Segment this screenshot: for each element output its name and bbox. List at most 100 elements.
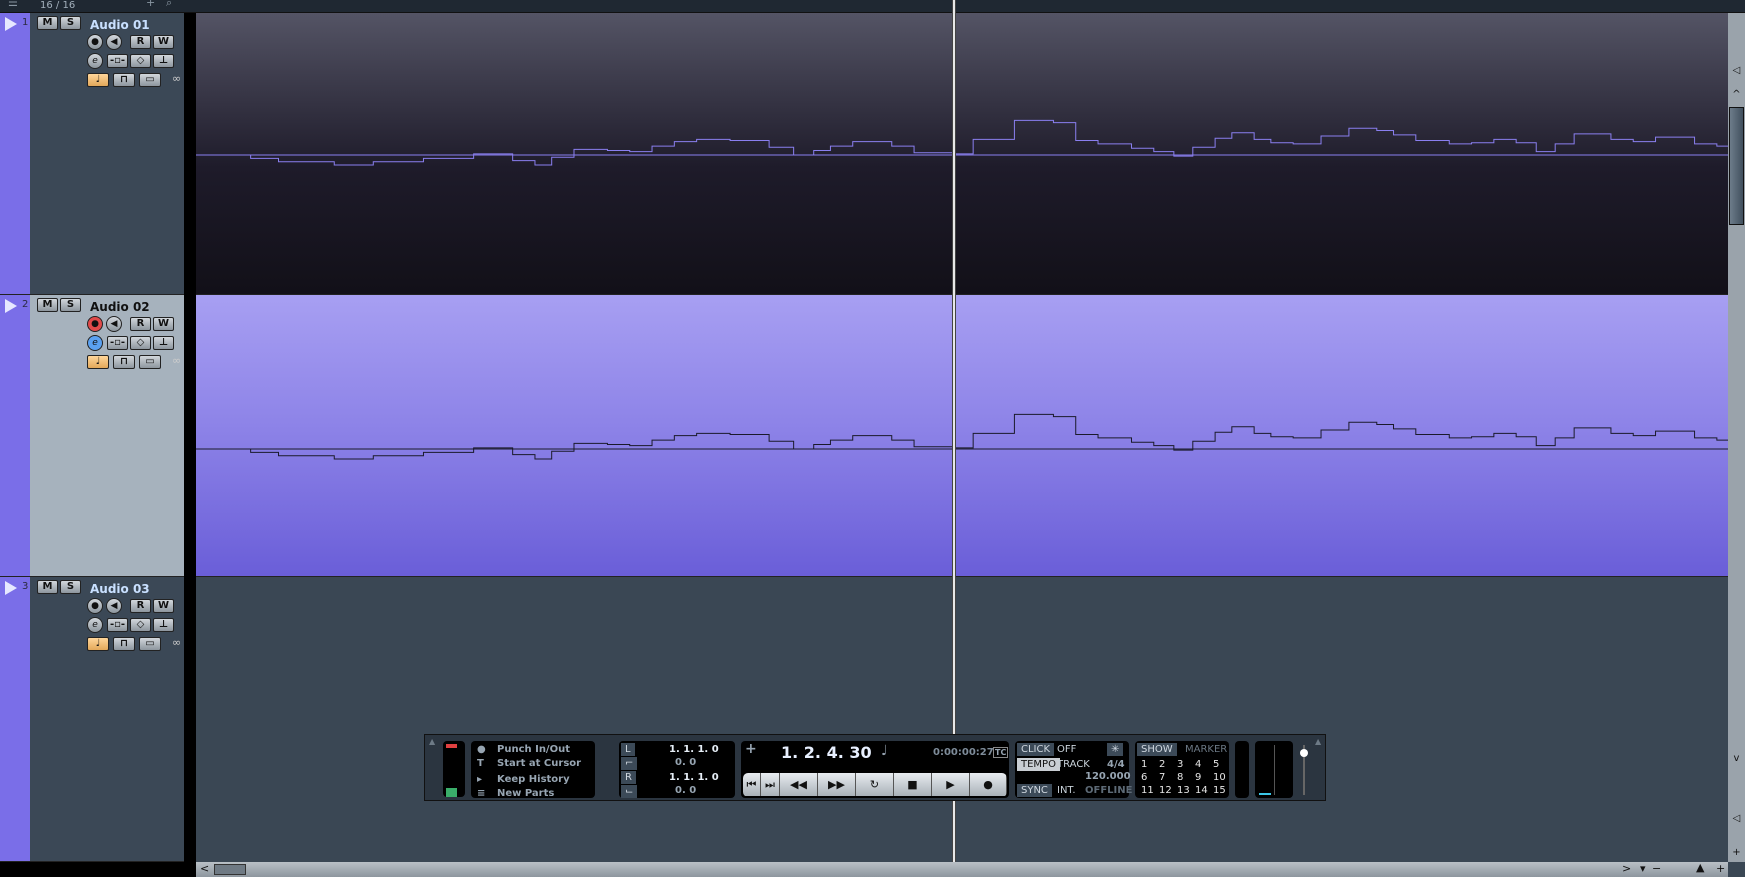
- left-locator-button[interactable]: L: [621, 743, 635, 756]
- edit-channel-icon[interactable]: e: [87, 617, 103, 633]
- marker-button[interactable]: 13: [1177, 785, 1190, 796]
- monitor-icon[interactable]: ◀: [106, 316, 122, 332]
- read-automation-button[interactable]: R: [130, 35, 151, 49]
- track-header[interactable]: 3 Audio 03 M S ● ◀ R W e -▫- ◇ ⊥ ♩ ⊓ ▭ ∞: [0, 577, 184, 862]
- marker-button[interactable]: 3: [1177, 759, 1183, 770]
- solo-button[interactable]: S: [60, 298, 81, 312]
- edit-channel-icon[interactable]: e: [87, 335, 103, 351]
- track-name[interactable]: Audio 01: [90, 18, 150, 32]
- timecode-button[interactable]: TC: [993, 747, 1009, 758]
- cycle-button[interactable]: ↻: [856, 773, 894, 796]
- play-button[interactable]: ▶: [932, 773, 970, 796]
- solo-button[interactable]: S: [60, 16, 81, 30]
- time-display[interactable]: 0:00:00:27: [933, 747, 994, 758]
- plus-icon[interactable]: +: [745, 741, 757, 757]
- right-locator-value[interactable]: 1. 1. 1. 0: [669, 772, 719, 783]
- record-enable-icon[interactable]: ●: [87, 316, 103, 332]
- link-icon[interactable]: ∞: [172, 636, 181, 649]
- fast-forward-button[interactable]: ▶▶: [818, 773, 856, 796]
- scroll-up-icon[interactable]: ^: [1728, 89, 1745, 100]
- level-slider[interactable]: [1300, 745, 1308, 795]
- zoom-slider-icon[interactable]: ◁: [1728, 813, 1745, 824]
- track-color-strip[interactable]: [0, 295, 30, 576]
- zoom-in-icon[interactable]: +: [1716, 862, 1725, 875]
- pre-roll-icon[interactable]: ⌐: [621, 757, 638, 770]
- sends-icon[interactable]: ⊥: [153, 618, 174, 632]
- edit-channel-icon[interactable]: e: [87, 53, 103, 69]
- track-name[interactable]: Audio 02: [90, 300, 150, 314]
- insert-icon[interactable]: -▫-: [107, 54, 128, 68]
- right-locator-button[interactable]: R: [621, 771, 636, 784]
- scroll-thumb[interactable]: [1729, 107, 1744, 225]
- read-automation-button[interactable]: R: [130, 317, 151, 331]
- marker-button[interactable]: 7: [1159, 772, 1165, 783]
- collapse-icon[interactable]: ▲: [1315, 737, 1321, 746]
- monitor-icon[interactable]: ◀: [106, 34, 122, 50]
- audio-event-track-2[interactable]: [196, 295, 1728, 577]
- scroll-down-icon[interactable]: v: [1728, 753, 1745, 764]
- audio-event-track-1[interactable]: [196, 13, 1728, 295]
- lanes-icon[interactable]: ▭: [139, 73, 161, 87]
- track-header[interactable]: 1 Audio 01 M S ● ◀ R W e -▫- ◇ ⊥ ♩ ⊓ ▭ ∞: [0, 13, 184, 295]
- write-automation-button[interactable]: W: [153, 599, 174, 613]
- zoom-slider-icon[interactable]: ▲: [1696, 861, 1704, 874]
- sends-icon[interactable]: ⊥: [153, 54, 174, 68]
- go-to-start-button[interactable]: ⏮: [743, 773, 761, 796]
- post-roll-value[interactable]: 0. 0: [675, 785, 696, 796]
- link-icon[interactable]: ∞: [172, 72, 181, 85]
- rewind-button[interactable]: ◀◀: [780, 773, 818, 796]
- project-cursor[interactable]: [953, 0, 955, 862]
- musical-mode-icon[interactable]: ♩: [87, 637, 109, 651]
- list-icon[interactable]: ☰: [8, 0, 18, 9]
- position-display[interactable]: 1. 2. 4. 30: [781, 743, 872, 762]
- lock-icon[interactable]: ⊓: [113, 637, 135, 651]
- marker-button[interactable]: 9: [1195, 772, 1201, 783]
- pre-roll-value[interactable]: 0. 0: [675, 757, 696, 768]
- record-button[interactable]: ●: [970, 773, 1007, 796]
- left-locator-value[interactable]: 1. 1. 1. 0: [669, 744, 719, 755]
- metronome-icon[interactable]: ✳: [1107, 743, 1124, 756]
- tempo-button[interactable]: TEMPO: [1017, 758, 1060, 771]
- marker-button[interactable]: 12: [1159, 785, 1172, 796]
- search-icon[interactable]: ⌕: [166, 0, 172, 10]
- monitor-icon[interactable]: ◀: [106, 598, 122, 614]
- lanes-icon[interactable]: ▭: [139, 637, 161, 651]
- lock-icon[interactable]: ⊓: [113, 73, 135, 87]
- horizontal-scrollbar[interactable]: < > ▾ − ▲ +: [196, 861, 1728, 877]
- scroll-right-icon[interactable]: >: [1622, 862, 1631, 875]
- expand-icon[interactable]: [5, 299, 17, 313]
- zoom-slider-icon[interactable]: ◁: [1728, 65, 1745, 76]
- scroll-left-icon[interactable]: <: [200, 862, 209, 875]
- zoom-in-icon[interactable]: +: [1728, 847, 1745, 858]
- marker-button[interactable]: 6: [1141, 772, 1147, 783]
- collapse-icon[interactable]: ▲: [429, 737, 435, 746]
- tempo-value[interactable]: 120.000: [1085, 771, 1131, 782]
- go-to-end-button[interactable]: ⏭: [761, 773, 780, 796]
- record-enable-icon[interactable]: ●: [87, 34, 103, 50]
- musical-mode-icon[interactable]: ♩: [87, 355, 109, 369]
- vertical-scrollbar[interactable]: ◁ ^ v ◁ +: [1728, 13, 1745, 862]
- time-signature[interactable]: 4/4: [1107, 759, 1125, 770]
- post-roll-icon[interactable]: ⌙: [621, 785, 638, 798]
- record-enable-icon[interactable]: ●: [87, 598, 103, 614]
- mute-button[interactable]: M: [37, 16, 58, 30]
- mute-button[interactable]: M: [37, 580, 58, 594]
- start-at-cursor[interactable]: Start at Cursor: [497, 758, 581, 769]
- note-icon[interactable]: ♩: [881, 743, 888, 759]
- track-header[interactable]: 2 Audio 02 M S ● ◀ R W e -▫- ◇ ⊥ ♩ ⊓ ▭ ∞: [0, 295, 184, 577]
- expand-icon[interactable]: [5, 581, 17, 595]
- stop-button[interactable]: ■: [894, 773, 932, 796]
- track-color-strip[interactable]: [0, 577, 30, 861]
- sync-button[interactable]: SYNC: [1017, 784, 1052, 797]
- mute-button[interactable]: M: [37, 298, 58, 312]
- zoom-out-icon[interactable]: −: [1652, 862, 1661, 875]
- lanes-icon[interactable]: ▭: [139, 355, 161, 369]
- insert-icon[interactable]: -▫-: [107, 336, 128, 350]
- marker-button[interactable]: 8: [1177, 772, 1183, 783]
- eq-icon[interactable]: ◇: [130, 54, 151, 68]
- track-color-strip[interactable]: [0, 13, 30, 294]
- eq-icon[interactable]: ◇: [130, 336, 151, 350]
- solo-button[interactable]: S: [60, 580, 81, 594]
- insert-icon[interactable]: -▫-: [107, 618, 128, 632]
- keep-history[interactable]: Keep History: [497, 774, 570, 785]
